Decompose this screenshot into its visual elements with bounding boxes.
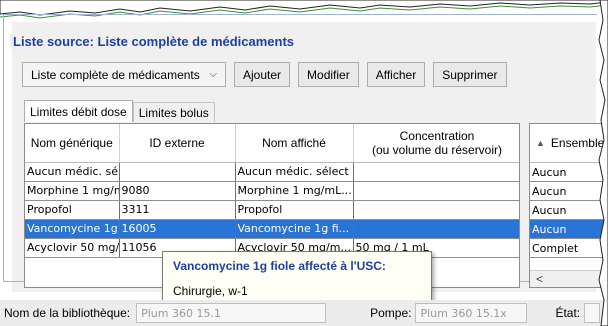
pump-label: Pompe: — [370, 306, 412, 320]
scroll-left-icon[interactable]: < — [536, 272, 543, 286]
cell-external-id — [119, 162, 236, 182]
toolbar: Liste complète de médicaments ⌵ Ajouter … — [22, 62, 507, 87]
tab-dose-rate-limits[interactable]: Limites débit dose — [24, 100, 133, 122]
table-header-row: Nom générique ID externe Nom affiché Con… — [25, 124, 519, 163]
list-dropdown[interactable]: Liste complète de médicaments ⌵ — [22, 62, 226, 87]
cell-concentration — [353, 162, 519, 182]
cell-display-name: Morphine 1 mg/mL... — [235, 181, 354, 201]
table-row[interactable]: Aucun médic. sélect Aucun médic. sélect — [25, 162, 519, 182]
tooltip: Vancomycine 1g fiole affecté à l'USC: Ch… — [162, 251, 432, 305]
table-row[interactable]: Vancomycine 1g fi...16005Vancomycine 1g … — [25, 219, 519, 239]
column-header-display-name[interactable]: Nom affiché — [235, 124, 354, 163]
cell-display-name: Vancomycine 1g fi... — [235, 219, 354, 239]
column-header-external-id[interactable]: ID externe — [119, 124, 236, 163]
table-row[interactable]: Propofol 3311 Propofol — [25, 200, 519, 220]
delete-button[interactable]: Supprimer — [433, 62, 507, 87]
show-button[interactable]: Afficher — [366, 62, 426, 87]
cell-concentration — [353, 181, 519, 201]
torn-edge-right — [598, 0, 608, 326]
sort-up-icon: ▲ — [536, 138, 545, 148]
cell-external-id: 9080 — [119, 181, 236, 201]
tooltip-body: Chirurgie, w-1 — [173, 284, 248, 298]
cell-generic-name: Propofol — [25, 200, 120, 220]
cell-external-id: 3311 — [119, 200, 236, 220]
cell-generic-name: Vancomycine 1g fi... — [25, 219, 120, 239]
pump-field: Plum 360 15.1x — [415, 303, 528, 323]
modify-button[interactable]: Modifier — [298, 62, 359, 87]
cell-display-name: Aucun médic. sélect — [235, 162, 354, 182]
tab-strip: Limites débit dose Limites bolus — [24, 100, 215, 122]
tab-bolus-limits[interactable]: Limites bolus — [132, 102, 215, 122]
column-header-generic[interactable]: Nom générique — [25, 124, 120, 163]
group-title: Liste source: Liste complète de médicame… — [10, 34, 298, 49]
table-row[interactable]: Morphine 1 mg/mL...9080Morphine 1 mg/mL.… — [25, 181, 519, 201]
cell-generic-name: Aucun médic. sélect — [25, 162, 120, 182]
cell-generic-name: Acyclovir 50 mg/m... — [25, 238, 120, 258]
library-name-label: Nom de la bibliothèque: — [4, 306, 131, 320]
chevron-down-icon: ⌵ — [209, 69, 217, 80]
cell-concentration — [353, 200, 519, 220]
add-button[interactable]: Ajouter — [234, 62, 291, 87]
column-header-concentration[interactable]: Concentration (ou volume du réservoir) — [353, 124, 519, 163]
library-name-field: Plum 360 15.1 — [136, 303, 327, 323]
cell-display-name: Propofol — [235, 200, 354, 220]
cell-concentration — [353, 219, 519, 239]
state-label: État: — [555, 306, 581, 320]
status-bar: Nom de la bibliothèque: Plum 360 15.1 Po… — [0, 300, 608, 326]
cell-generic-name: Morphine 1 mg/mL... — [25, 181, 120, 201]
cell-external-id: 16005 — [119, 219, 236, 239]
dropdown-value: Liste complète de médicaments — [31, 67, 200, 82]
tooltip-title: Vancomycine 1g fiole affecté à l'USC: — [173, 259, 386, 273]
